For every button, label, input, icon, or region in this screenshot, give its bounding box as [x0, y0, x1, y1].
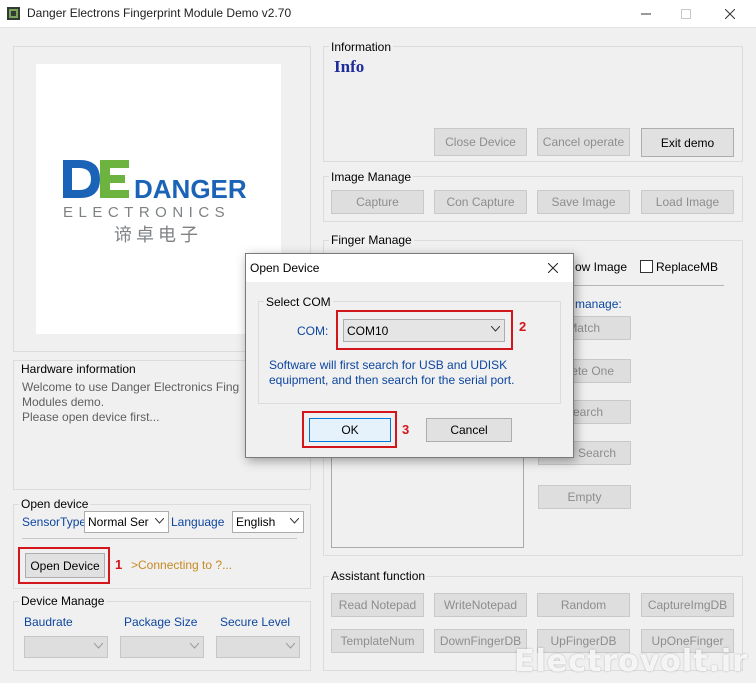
empty-button[interactable]: Empty [538, 485, 631, 509]
connection-status: >Connecting to ?... [131, 558, 233, 572]
dialog-info-line: Software will first search for USB and U… [269, 358, 508, 372]
random-button[interactable]: Random [537, 593, 630, 617]
device-manage-title: Device Manage [19, 594, 107, 608]
dialog-info-line: equipment, and then search for the seria… [269, 373, 515, 387]
close-icon [548, 263, 558, 273]
save-image-button[interactable]: Save Image [537, 190, 630, 214]
baudrate-label: Baudrate [24, 615, 73, 629]
secure-level-select[interactable] [216, 636, 300, 658]
annotation-number-3: 3 [402, 422, 410, 437]
manage-label: manage: [575, 297, 622, 311]
cancel-operate-button[interactable]: Cancel operate [537, 128, 630, 156]
language-value: English [236, 515, 276, 529]
title-bar: Danger Electrons Fingerprint Module Demo… [0, 0, 756, 28]
capture-button[interactable]: Capture [331, 190, 424, 214]
sensor-type-select[interactable]: Normal Ser [84, 511, 169, 533]
maximize-icon [681, 9, 691, 19]
svg-text:DANGER: DANGER [134, 174, 247, 204]
cancel-button[interactable]: Cancel [426, 418, 512, 442]
chevron-down-icon [290, 518, 299, 524]
annotation-box-3 [302, 411, 397, 448]
window-title: Danger Electrons Fingerprint Module Demo… [27, 6, 292, 20]
baudrate-select[interactable] [24, 636, 108, 658]
maximize-button[interactable] [664, 0, 708, 28]
svg-text:ELECTRONICS: ELECTRONICS [63, 204, 230, 221]
write-notepad-button[interactable]: WriteNotepad [434, 593, 527, 617]
divider [22, 538, 297, 539]
image-manage-title: Image Manage [329, 170, 414, 184]
dialog-info-text: Software will first search for USB and U… [269, 358, 514, 388]
dialog-close-button[interactable] [533, 254, 573, 282]
assistant-title: Assistant function [329, 569, 428, 583]
replace-mb-checkbox[interactable] [640, 260, 653, 273]
close-icon [725, 9, 735, 19]
sensor-type-value: Normal Ser [88, 515, 149, 529]
annotation-box-1 [18, 547, 110, 584]
sensor-type-label: SensorType [22, 515, 87, 529]
hardware-info-title: Hardware information [19, 362, 138, 376]
dialog-title-bar: Open Device [246, 254, 573, 282]
exit-demo-button[interactable]: Exit demo [641, 128, 734, 157]
show-image-label: ow Image [575, 260, 628, 274]
annotation-box-2 [336, 310, 513, 350]
close-window-button[interactable] [708, 0, 752, 28]
replace-mb-label: ReplaceMB [656, 260, 719, 274]
finger-manage-title: Finger Manage [329, 233, 414, 247]
language-label: Language [171, 515, 225, 529]
annotation-number-1: 1 [115, 557, 123, 572]
open-device-dialog: Open Device Select COM COM: COM10 2 Soft… [245, 253, 574, 458]
svg-text:谛卓电子: 谛卓电子 [114, 225, 202, 246]
information-title: Information [329, 40, 394, 54]
open-device-title: Open device [19, 497, 91, 511]
package-size-label: Package Size [124, 615, 198, 629]
app-icon [7, 7, 20, 20]
template-num-button[interactable]: TemplateNum [331, 629, 424, 653]
select-com-title: Select COM [264, 295, 333, 309]
secure-level-label: Secure Level [220, 615, 291, 629]
com-label: COM: [297, 324, 329, 338]
con-capture-button[interactable]: Con Capture [434, 190, 527, 214]
chevron-down-icon [286, 643, 295, 649]
chevron-down-icon [190, 643, 199, 649]
close-device-button[interactable]: Close Device [434, 128, 527, 156]
read-notepad-button[interactable]: Read Notepad [331, 593, 424, 617]
watermark: Electrovolt.ir [514, 644, 748, 679]
divider [574, 285, 724, 286]
minimize-icon [641, 13, 651, 15]
language-select[interactable]: English [232, 511, 304, 533]
chevron-down-icon [155, 518, 164, 524]
chevron-down-icon [94, 643, 103, 649]
package-size-select[interactable] [120, 636, 204, 658]
info-text: Info [334, 57, 365, 76]
annotation-number-2: 2 [519, 319, 527, 334]
capture-img-db-button[interactable]: CaptureImgDB [641, 593, 734, 617]
dialog-title: Open Device [250, 261, 320, 275]
load-image-button[interactable]: Load Image [641, 190, 734, 214]
minimize-button[interactable] [624, 0, 668, 28]
